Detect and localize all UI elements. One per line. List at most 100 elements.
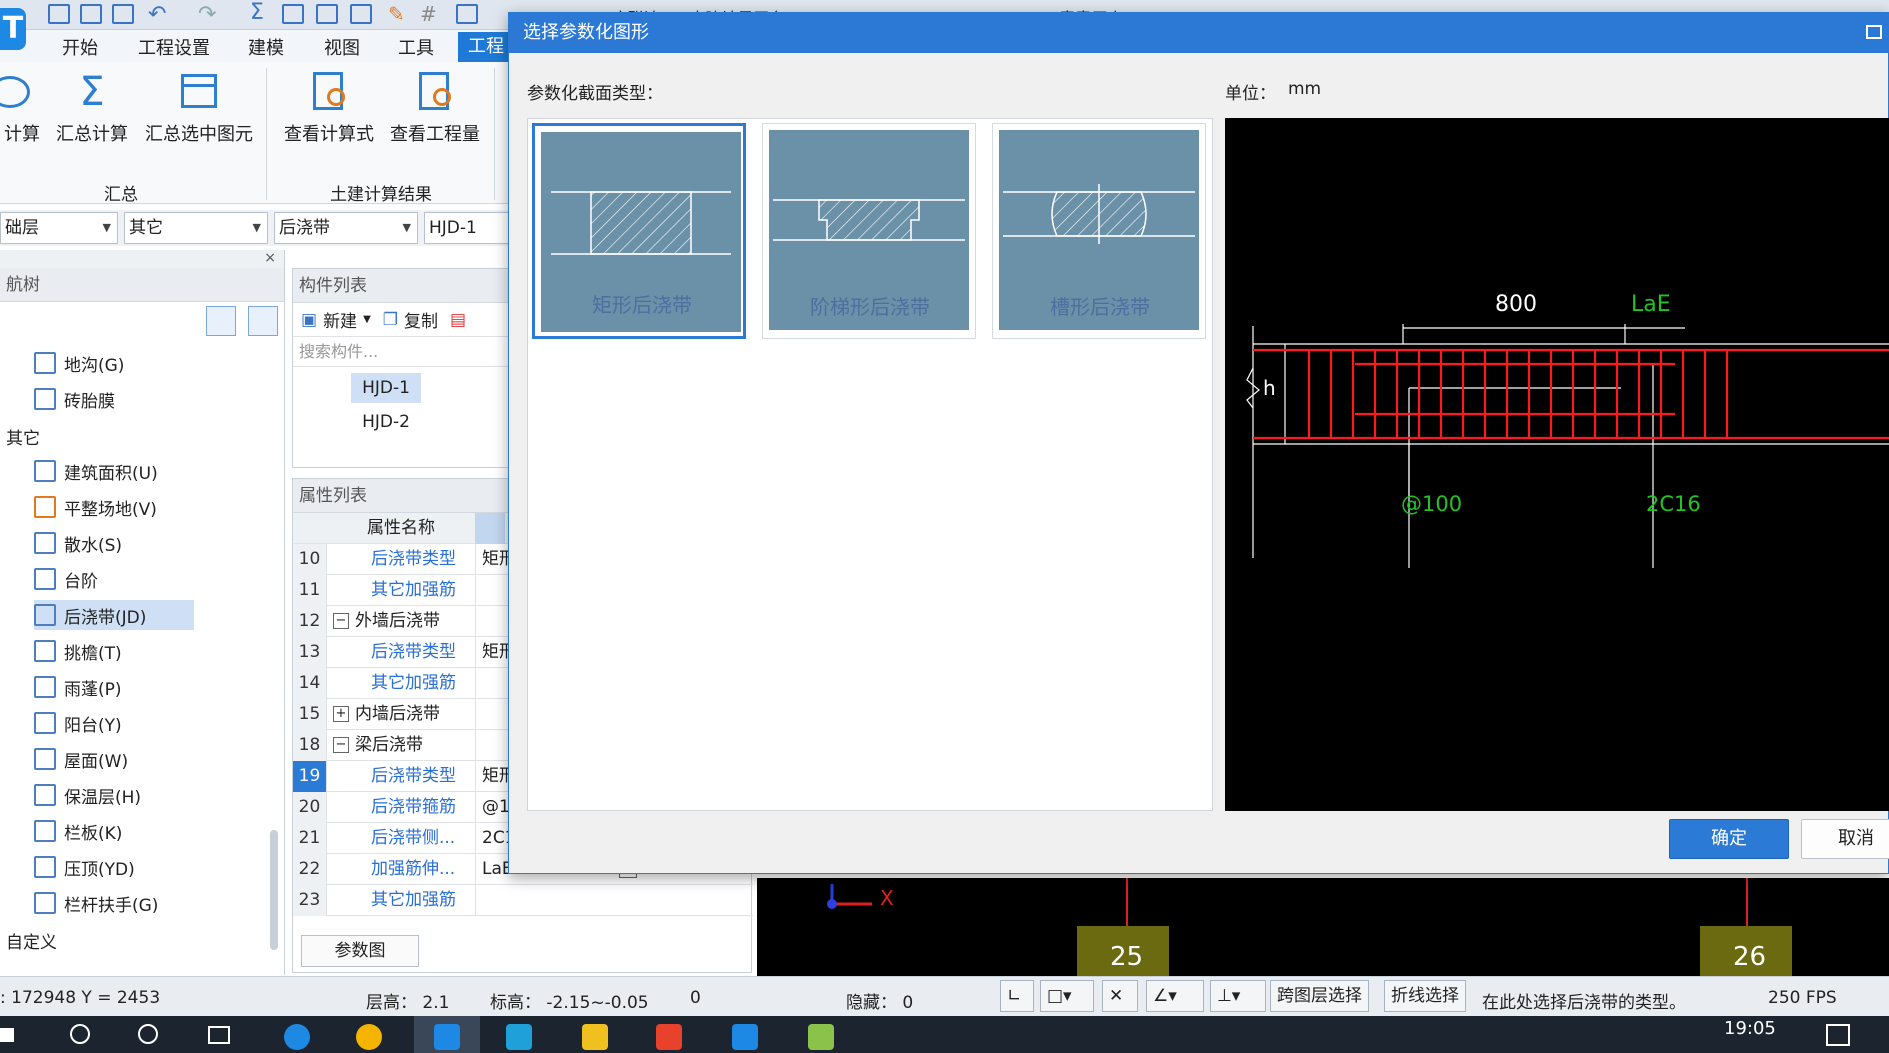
ok-button[interactable]: 确定 bbox=[1669, 819, 1789, 859]
nav-item-building-area[interactable]: 建筑面积(U) bbox=[34, 456, 158, 486]
tab-project-settings[interactable]: 工程设置 bbox=[138, 34, 210, 60]
app-icon[interactable] bbox=[506, 1024, 532, 1050]
layout-icon[interactable] bbox=[350, 4, 372, 24]
tree-view-icon[interactable] bbox=[248, 306, 278, 336]
nav-item-trench[interactable]: 地沟(G) bbox=[34, 348, 124, 378]
angle-icon[interactable]: ∠▾ bbox=[1146, 980, 1204, 1012]
nav-item-eave[interactable]: 挑檐(T) bbox=[34, 636, 122, 666]
component-select[interactable]: HJD-1 bbox=[424, 212, 510, 244]
shape-grooved[interactable]: 槽形后浇带 bbox=[992, 123, 1206, 339]
nav-group-custom[interactable]: 自定义 bbox=[6, 928, 57, 953]
collapse-icon[interactable]: − bbox=[333, 737, 349, 753]
summary-calc-button[interactable]: Σ 汇总计算 bbox=[54, 70, 130, 146]
param-diagram-button[interactable]: 参数图 bbox=[301, 935, 419, 967]
drawing-viewport[interactable] bbox=[757, 878, 1889, 976]
shape-rectangular[interactable]: 矩形后浇带 bbox=[532, 123, 746, 339]
view-quantity-button[interactable]: 查看工程量 bbox=[388, 70, 482, 146]
tab-view[interactable]: 视图 bbox=[324, 34, 360, 60]
nav-group-other[interactable]: 其它 bbox=[6, 424, 40, 449]
section-type-label: 参数化截面类型： bbox=[527, 84, 663, 104]
task-view-icon[interactable] bbox=[208, 1026, 230, 1044]
gtj-app-icon[interactable] bbox=[434, 1024, 460, 1050]
component-search-input[interactable]: 搜索构件... bbox=[293, 337, 509, 367]
redo-icon[interactable]: ↷ bbox=[198, 2, 216, 27]
nav-item-apron[interactable]: 散水(S) bbox=[34, 528, 122, 558]
cortana-icon[interactable] bbox=[138, 1024, 158, 1044]
type-select[interactable]: 后浇带 ▼ bbox=[274, 212, 418, 244]
polyline-select-button[interactable]: 折线选择 bbox=[1384, 980, 1466, 1012]
nav-item-label: 挑檐(T) bbox=[64, 643, 122, 664]
floor-select[interactable]: 础层 ▼ bbox=[0, 212, 118, 244]
save-icon[interactable] bbox=[112, 4, 134, 24]
nav-item-canopy[interactable]: 雨蓬(P) bbox=[34, 672, 122, 702]
nav-item-railing[interactable]: 栏杆扶手(G) bbox=[34, 888, 158, 918]
nav-item-insulation[interactable]: 保温层(H) bbox=[34, 780, 141, 810]
close-icon[interactable]: × bbox=[0, 250, 284, 268]
property-row-number: 21 bbox=[293, 823, 327, 854]
copy-button[interactable]: 复制 bbox=[404, 307, 438, 332]
shape-preview-canvas: 800 LaE h @100 2C16 bbox=[1225, 118, 1889, 811]
property-row[interactable]: 23 其它加强筋 bbox=[293, 885, 753, 916]
view-icon[interactable] bbox=[282, 4, 304, 24]
app-icon[interactable] bbox=[732, 1024, 758, 1050]
tab-tools[interactable]: 工具 bbox=[398, 34, 434, 60]
snap-icon[interactable]: ⊥▾ bbox=[1210, 980, 1266, 1012]
category-select[interactable]: 其它 ▼ bbox=[124, 212, 268, 244]
tab-engineering[interactable]: 工程 bbox=[458, 32, 514, 62]
nav-item-site-leveling[interactable]: 平整场地(V) bbox=[34, 492, 157, 522]
notification-icon[interactable] bbox=[1826, 1024, 1850, 1046]
shape-stepped[interactable]: 阶梯形后浇带 bbox=[762, 123, 976, 339]
nav-item-parapet[interactable]: 栏板(K) bbox=[34, 816, 122, 846]
nav-item-steps[interactable]: 台阶 bbox=[34, 564, 98, 594]
app-logo-icon[interactable]: T bbox=[0, 8, 26, 50]
cross-icon[interactable]: ✕ bbox=[1102, 980, 1138, 1012]
parapet-icon bbox=[34, 820, 56, 842]
wps-icon[interactable] bbox=[656, 1024, 682, 1050]
new-file-icon[interactable] bbox=[48, 4, 70, 24]
brush-icon[interactable]: ✎ bbox=[388, 2, 405, 26]
quantity-magnifier-icon bbox=[413, 70, 457, 114]
component-item-hjd1[interactable]: HJD-1 bbox=[351, 373, 421, 403]
sum-icon[interactable]: Σ bbox=[250, 0, 264, 25]
tab-start[interactable]: 开始 bbox=[62, 34, 98, 60]
chevron-down-icon[interactable]: ▼ bbox=[363, 314, 371, 325]
property-value[interactable] bbox=[475, 885, 655, 916]
nav-item-brick-mold[interactable]: 砖胎膜 bbox=[34, 384, 115, 414]
calculate-button[interactable]: 计算 bbox=[0, 70, 44, 146]
property-name: 梁后浇带 bbox=[355, 735, 423, 755]
viewport-canvas bbox=[827, 878, 1792, 976]
cross-layer-select-button[interactable]: 跨图层选择 bbox=[1270, 980, 1369, 1012]
new-button[interactable]: 新建 bbox=[323, 307, 357, 332]
app-icon[interactable] bbox=[808, 1024, 834, 1050]
maximize-icon[interactable] bbox=[1866, 25, 1882, 39]
edge-browser-icon[interactable] bbox=[284, 1024, 310, 1050]
ortho-icon[interactable]: ∟ bbox=[1000, 980, 1034, 1012]
nav-scrollbar[interactable] bbox=[270, 830, 278, 950]
group-label-results: 土建计算结果 bbox=[330, 185, 432, 205]
expand-icon[interactable]: + bbox=[333, 706, 349, 722]
tab-modeling[interactable]: 建模 bbox=[248, 34, 284, 60]
nav-item-coping[interactable]: 压顶(YD) bbox=[34, 852, 135, 882]
select-box-icon[interactable]: □▾ bbox=[1040, 980, 1094, 1012]
report-icon[interactable] bbox=[316, 4, 338, 24]
view-formula-button[interactable]: 查看计算式 bbox=[282, 70, 376, 146]
undo-icon[interactable]: ↶ bbox=[148, 2, 166, 27]
component-item-hjd2[interactable]: HJD-2 bbox=[351, 407, 421, 437]
windows-start-icon[interactable] bbox=[0, 1028, 14, 1042]
list-view-icon[interactable] bbox=[206, 306, 236, 336]
delete-icon[interactable]: ▤ bbox=[450, 310, 466, 330]
chrome-browser-icon[interactable] bbox=[356, 1024, 382, 1050]
app-icon[interactable] bbox=[582, 1024, 608, 1050]
open-file-icon[interactable] bbox=[80, 4, 102, 24]
cancel-button[interactable]: 取消 bbox=[1801, 819, 1889, 859]
summary-selected-button[interactable]: 汇总选中图元 bbox=[142, 70, 256, 146]
collapse-icon[interactable]: − bbox=[333, 613, 349, 629]
export-icon[interactable] bbox=[456, 4, 478, 24]
nav-item-post-pour-strip[interactable]: 后浇带(JD) bbox=[34, 600, 194, 630]
group-label-summary: 汇总 bbox=[104, 185, 138, 205]
nav-item-roof[interactable]: 屋面(W) bbox=[34, 744, 128, 774]
nav-item-balcony[interactable]: 阳台(Y) bbox=[34, 708, 122, 738]
grid-icon[interactable]: # bbox=[420, 2, 437, 26]
search-icon[interactable] bbox=[70, 1024, 90, 1044]
nav-item-label: 平整场地(V) bbox=[64, 499, 157, 520]
